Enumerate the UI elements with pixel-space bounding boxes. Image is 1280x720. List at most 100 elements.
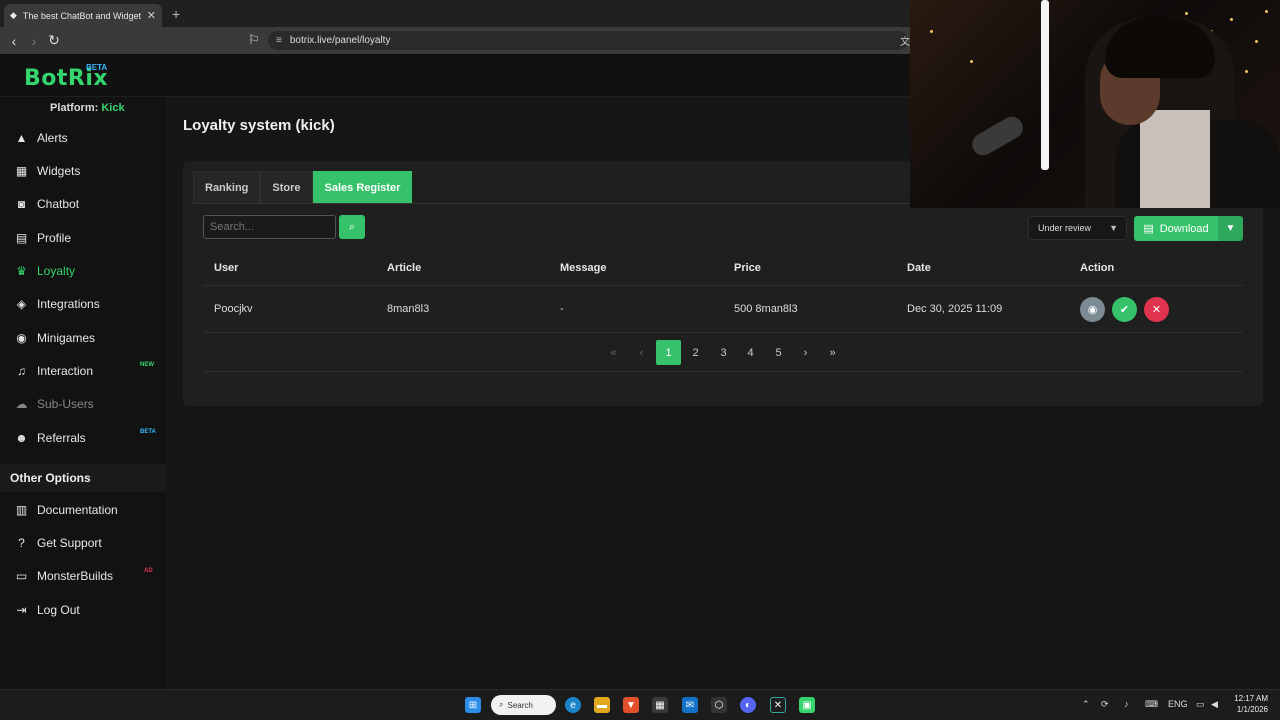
page-button-2[interactable]: 2 xyxy=(683,340,708,365)
translate-icon[interactable]: 文 xyxy=(900,33,910,48)
approve-button[interactable]: ✔ xyxy=(1112,297,1137,322)
header-divider xyxy=(203,285,1243,286)
sidebar-item-label: Log Out xyxy=(37,603,80,617)
users-icon: ☁ xyxy=(15,397,28,411)
download-label: Download xyxy=(1159,222,1209,235)
tab-sales-register[interactable]: Sales Register xyxy=(312,171,413,204)
grid-icon: ▦ xyxy=(15,164,28,178)
address-bar[interactable]: ≡ botrix.live/panel/loyalty xyxy=(268,31,908,50)
other-options-heading: Other Options xyxy=(0,464,166,492)
prev-page-icon[interactable]: ‹ xyxy=(629,340,654,365)
language-indicator[interactable]: ENG xyxy=(1168,699,1188,709)
download-options-button[interactable]: ▼ xyxy=(1218,216,1243,241)
sidebar-item-label: Integrations xyxy=(37,297,100,311)
tab-store[interactable]: Store xyxy=(260,171,313,204)
sidebar-item-widgets[interactable]: ▦ Widgets xyxy=(14,161,81,181)
warning-icon: ▲ xyxy=(15,131,28,145)
sidebar-item-referrals[interactable]: ☻ Referrals xyxy=(14,428,86,448)
webcam-overlay xyxy=(910,0,1280,208)
sidebar-item-documentation[interactable]: ▥ Documentation xyxy=(14,500,118,520)
edge-icon[interactable]: e xyxy=(565,697,581,713)
outlook-icon[interactable]: ✉ xyxy=(682,697,698,713)
first-page-icon[interactable]: « xyxy=(601,340,626,365)
page-button-3[interactable]: 3 xyxy=(711,340,736,365)
sidebar-item-label: Get Support xyxy=(37,536,102,550)
reload-icon[interactable]: ↻ xyxy=(44,32,64,49)
question-icon: ? xyxy=(18,536,25,550)
row-divider xyxy=(203,332,1243,333)
sidebar-item-minigames[interactable]: ◉ Minigames xyxy=(14,328,95,348)
display-icon[interactable]: ▭ xyxy=(1196,699,1205,710)
last-page-icon[interactable]: » xyxy=(820,340,845,365)
sidebar-item-get-support[interactable]: ? Get Support xyxy=(14,533,102,553)
taskbar-search[interactable]: ⌕ Search xyxy=(491,695,556,715)
gamepad-icon: ◉ xyxy=(16,331,27,345)
robot-icon: ◙ xyxy=(17,197,26,211)
site-favicon-icon: ◆ xyxy=(10,10,17,20)
search-button[interactable]: ⌕ xyxy=(339,215,365,239)
page-button-1[interactable]: 1 xyxy=(656,340,681,365)
keyboard-icon[interactable]: ⌨ xyxy=(1145,699,1158,710)
browser-tab[interactable]: ◆ The best ChatBot and Widgets f ✕ xyxy=(4,4,162,27)
chevron-up-icon[interactable]: ⌃ xyxy=(1082,699,1090,710)
microphone xyxy=(968,112,1027,160)
download-button[interactable]: ▤ Download xyxy=(1134,216,1218,241)
sync-icon[interactable]: ⟳ xyxy=(1101,699,1109,710)
app-icon[interactable]: ⬡ xyxy=(711,697,727,713)
brave-icon[interactable]: ▼ xyxy=(623,697,639,713)
reject-button[interactable]: ✕ xyxy=(1144,297,1169,322)
cell-user: Poocjkv xyxy=(214,303,253,315)
system-clock[interactable]: 12:17 AM 1/1/2026 xyxy=(1230,693,1268,715)
page-button-5[interactable]: 5 xyxy=(766,340,791,365)
botrix-app-icon[interactable]: ▣ xyxy=(799,697,815,713)
status-filter-select[interactable]: Under review ▼ xyxy=(1028,216,1127,240)
back-icon[interactable]: ‹ xyxy=(4,33,24,49)
search-input[interactable] xyxy=(203,215,336,239)
sidebar-item-label: Minigames xyxy=(37,331,96,345)
cell-date: Dec 30, 2025 11:09 xyxy=(907,303,1003,315)
store-icon[interactable]: ▦ xyxy=(652,697,668,713)
sidebar-item-integrations[interactable]: ◈ Integrations xyxy=(14,294,100,314)
sidebar-item-label: Referrals xyxy=(37,431,86,445)
platform-value: Kick xyxy=(101,102,125,114)
sidebar-item-interaction[interactable]: ♫ Interaction xyxy=(14,361,93,381)
next-page-icon[interactable]: › xyxy=(793,340,818,365)
sidebar-item-profile[interactable]: ▤ Profile xyxy=(14,228,71,248)
site-info-icon[interactable]: ≡ xyxy=(276,35,282,46)
column-header-date: Date xyxy=(907,262,931,274)
view-button[interactable]: ◉ xyxy=(1080,297,1105,322)
forward-icon[interactable]: › xyxy=(24,33,44,49)
tab-ranking[interactable]: Ranking xyxy=(193,171,261,204)
column-header-message: Message xyxy=(560,262,607,274)
sidebar-item-monsterbuilds[interactable]: ▭ MonsterBuilds xyxy=(14,566,113,586)
ad-badge: AD xyxy=(144,568,153,574)
sidebar-item-log-out[interactable]: ⇥ Log Out xyxy=(14,600,80,620)
volume-icon[interactable]: ◀ xyxy=(1211,699,1218,710)
column-header-price: Price xyxy=(734,262,761,274)
sidebar-item-chatbot[interactable]: ◙ Chatbot xyxy=(14,194,79,214)
light-bar xyxy=(1041,0,1049,170)
windows-start-icon[interactable]: ⊞ xyxy=(465,697,481,713)
sidebar-item-sub-users[interactable]: ☁ Sub-Users xyxy=(14,394,94,414)
terminal-icon[interactable]: ✕ xyxy=(770,697,786,713)
tab-close-icon[interactable]: ✕ xyxy=(147,9,156,22)
sidebar-item-label: Widgets xyxy=(37,164,81,178)
cell-price: 500 8man8l3 xyxy=(734,303,798,315)
scroll-icon: ▥ xyxy=(15,503,28,517)
search-icon: ⌕ xyxy=(348,220,356,233)
file-explorer-icon[interactable]: ▬ xyxy=(594,697,610,713)
id-card-icon: ▤ xyxy=(15,231,28,245)
sidebar-item-loyalty[interactable]: ♛ Loyalty xyxy=(14,261,75,281)
mic-icon[interactable]: ♪ xyxy=(1124,699,1129,709)
chevron-down-icon: ▼ xyxy=(1225,223,1236,234)
new-tab-icon[interactable]: + xyxy=(172,6,180,22)
discord-icon[interactable]: ◐ xyxy=(740,697,756,713)
eye-icon: ◉ xyxy=(1087,304,1098,316)
sidebar-item-alerts[interactable]: ▲ Alerts xyxy=(14,128,68,148)
page-button-4[interactable]: 4 xyxy=(738,340,763,365)
clock-date: 1/1/2026 xyxy=(1236,705,1268,714)
puzzle-icon: ◈ xyxy=(16,297,27,311)
bookmark-icon[interactable]: ⚐ xyxy=(248,32,260,48)
status-filter-value: Under review xyxy=(1038,223,1092,233)
close-icon: ✕ xyxy=(1151,304,1162,316)
